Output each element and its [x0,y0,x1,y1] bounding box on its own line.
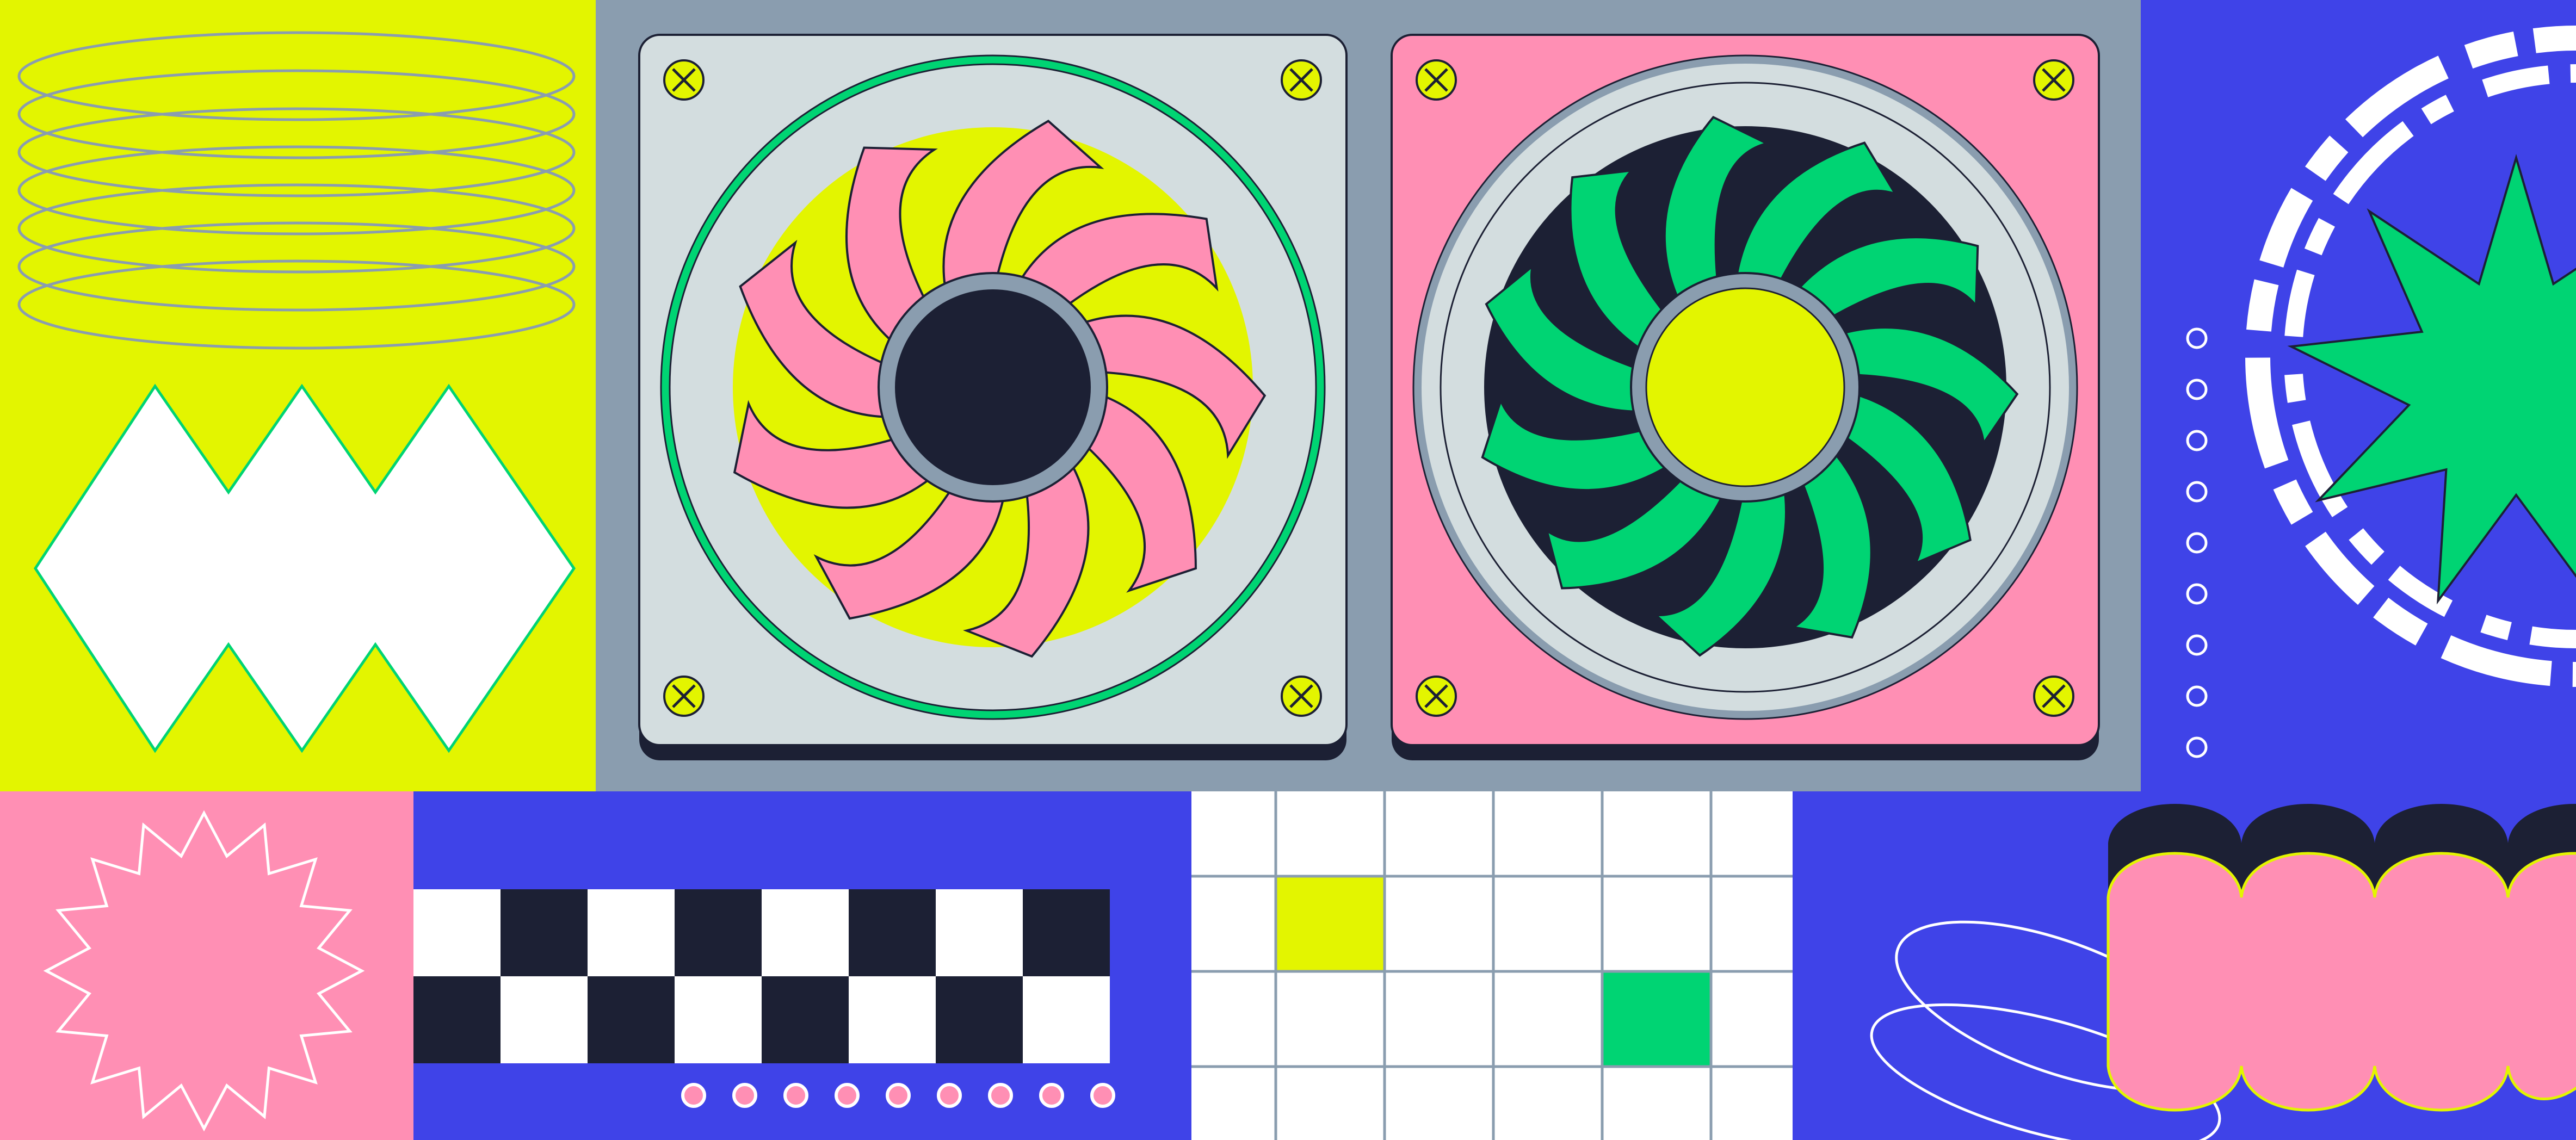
dot [783,1083,808,1108]
dot [886,1083,911,1108]
filled-tile [1602,971,1711,1067]
checker-cell [675,889,762,976]
screw-icon [1416,676,1457,717]
screw-icon [663,59,705,101]
fan-right-hub [1645,287,1845,487]
checker-cell [762,889,849,976]
dot [732,1083,757,1108]
screw-icon [2033,676,2074,717]
fan-right [1391,34,2100,760]
checker-cell [588,889,675,976]
dot [1039,1083,1064,1108]
horizontal-dots-row [681,1083,1115,1108]
checker-cell [762,976,849,1063]
screw-icon [1281,676,1322,717]
starburst-icon [43,810,365,1132]
checker-cell [936,976,1023,1063]
checker-cell [588,976,675,1063]
checker-cell [849,976,936,1063]
dot [835,1083,860,1108]
checker-cell [849,889,936,976]
dot [1090,1083,1115,1108]
screw-icon [1281,59,1322,101]
dot [988,1083,1013,1108]
checker-cell [501,889,588,976]
checker-cell [936,889,1023,976]
checker-cell [501,976,588,1063]
checker-cell [675,976,762,1063]
filled-tile [1276,876,1385,971]
fan-left-hub [895,289,1091,485]
screw-icon [1416,59,1457,101]
screw-icon [2033,59,2074,101]
checkerboard-icon [413,889,1110,1063]
fan-left [638,34,1348,760]
illustration-canvas [0,0,2576,1140]
checker-cell [413,976,501,1063]
dot [937,1083,962,1108]
dot [681,1083,706,1108]
checker-cell [1023,889,1110,976]
checker-cell [1023,976,1110,1063]
checker-cell [413,889,501,976]
screw-icon [663,676,705,717]
scallop-shape-icon [2106,852,2576,1112]
